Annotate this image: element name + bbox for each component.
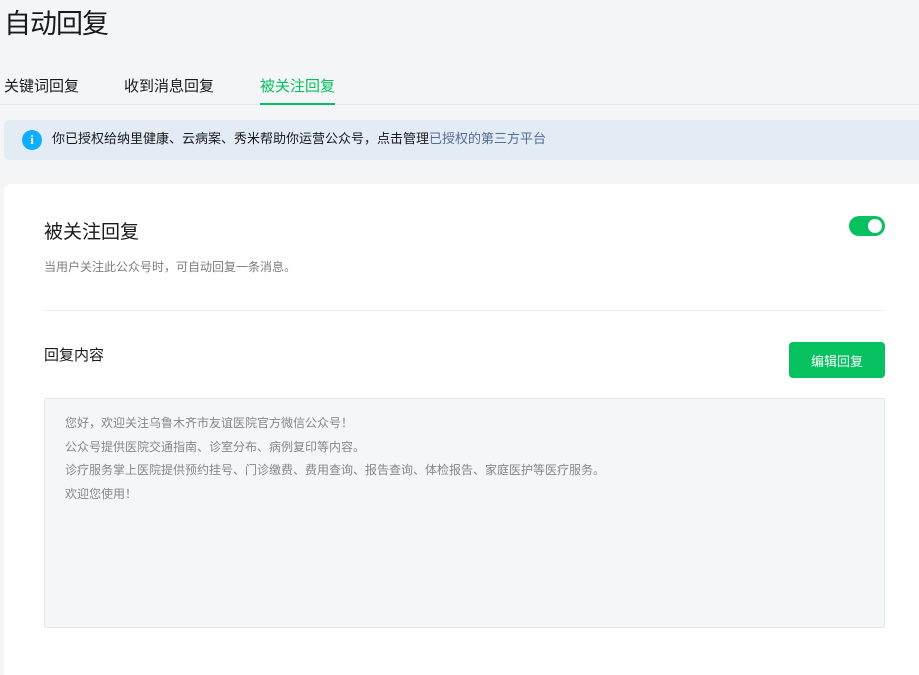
follow-reply-card: 被关注回复 当用户关注此公众号时，可自动回复一条消息。 回复内容 编辑回复 您好… xyxy=(4,184,919,675)
notice-text: 你已授权给纳里健康、云病案、秀米帮助你运营公众号，点击管理已授权的第三方平台 xyxy=(52,120,546,160)
section-description: 当用户关注此公众号时，可自动回复一条消息。 xyxy=(44,260,297,274)
page: 自动回复 关键词回复 收到消息回复 被关注回复 i 你已授权给纳里健康、云病案、… xyxy=(0,0,919,675)
toggle-knob xyxy=(868,219,882,233)
tab-follow-reply[interactable]: 被关注回复 xyxy=(260,72,336,105)
third-party-platform-link[interactable]: 已授权的第三方平台 xyxy=(429,132,546,147)
reply-line: 您好，欢迎关注乌鲁木齐市友谊医院官方微信公众号！ xyxy=(65,416,354,430)
reply-lines: 您好，欢迎关注乌鲁木齐市友谊医院官方微信公众号！ 公众号提供医院交通指南、诊室分… xyxy=(65,412,605,506)
info-icon: i xyxy=(22,130,42,150)
reply-line: 诊疗服务掌上医院提供预约挂号、门诊缴费、费用查询、报告查询、体检报告、家庭医护等… xyxy=(65,463,606,477)
follow-reply-toggle[interactable] xyxy=(849,216,885,236)
tab-keyword-reply[interactable]: 关键词回复 xyxy=(4,72,79,103)
page-title: 自动回复 xyxy=(4,9,109,40)
tab-bar: 关键词回复 收到消息回复 被关注回复 xyxy=(0,72,919,105)
reply-content-label: 回复内容 xyxy=(44,346,105,364)
tab-message-reply[interactable]: 收到消息回复 xyxy=(124,72,214,103)
reply-line: 公众号提供医院交通指南、诊室分布、病例复印等内容。 xyxy=(65,439,366,454)
reply-content-box: 您好，欢迎关注乌鲁木齐市友谊医院官方微信公众号！ 公众号提供医院交通指南、诊室分… xyxy=(44,398,885,628)
notice-message: 你已授权给纳里健康、云病案、秀米帮助你运营公众号，点击管理 xyxy=(52,132,430,147)
section-title: 被关注回复 xyxy=(44,221,140,243)
reply-line: 欢迎您使用！ xyxy=(65,486,138,501)
authorization-notice: i 你已授权给纳里健康、云病案、秀米帮助你运营公众号，点击管理已授权的第三方平台 xyxy=(4,120,919,160)
divider xyxy=(44,310,885,311)
edit-reply-button[interactable]: 编辑回复 xyxy=(789,342,885,378)
